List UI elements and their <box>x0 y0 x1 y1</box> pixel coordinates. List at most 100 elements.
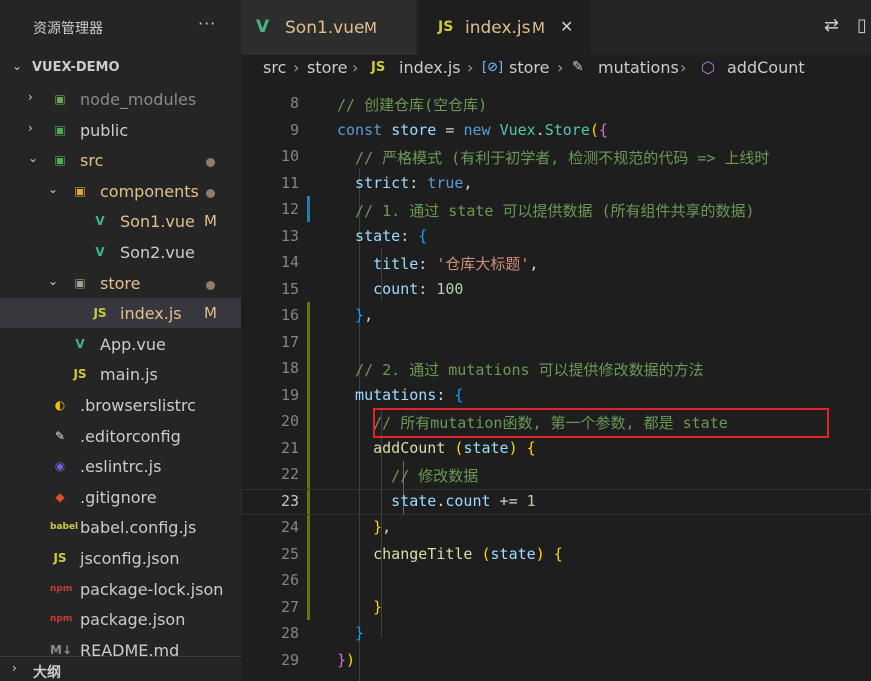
code-line[interactable]: 22 // 修改数据 <box>241 462 871 488</box>
line-number: 17 <box>280 332 299 351</box>
modified-badge: M <box>204 304 217 323</box>
tab-son1-vue[interactable]: V Son1.vue M <box>241 0 416 55</box>
chevron-right-icon: › <box>28 90 33 104</box>
code-line[interactable]: 21 addCount (state) { <box>241 436 871 462</box>
breadcrumb-separator-icon: › <box>557 58 564 77</box>
code-line[interactable]: 8 // 创建仓库(空仓库) <box>241 91 871 117</box>
tree-item-label: src <box>80 151 104 171</box>
code-text: mutations: { <box>337 385 464 404</box>
file-type-icon: JS <box>93 306 107 321</box>
line-number: 15 <box>280 279 299 298</box>
code-text: state: { <box>337 226 428 245</box>
code-line[interactable]: 12 // 1. 通过 state 可以提供数据 (所有组件共享的数据) <box>241 197 871 223</box>
code-line[interactable]: 17 <box>241 330 871 356</box>
chevron-down-icon: ⌄ <box>48 273 59 288</box>
more-actions-icon[interactable]: ··· <box>198 14 216 33</box>
tree-item[interactable]: ⌄ ▣ src <box>0 145 241 175</box>
js-file-icon: JS <box>371 60 386 75</box>
code-line[interactable]: 11 strict: true, <box>241 171 871 197</box>
breadcrumb-mutations[interactable]: mutations <box>598 58 679 77</box>
code-line[interactable]: 14 title: '仓库大标题', <box>241 250 871 276</box>
code-line[interactable]: 10 // 严格模式 (有利于初学者, 检测不规范的代码 => 上线时 <box>241 144 871 170</box>
wrench-icon: ✎ <box>572 59 584 75</box>
breadcrumb-separator-icon: › <box>352 58 359 77</box>
code-line[interactable]: 26 <box>241 568 871 594</box>
line-number: 23 <box>280 491 299 510</box>
tab-label: index.js <box>465 18 531 38</box>
tree-item[interactable]: JS index.js M <box>0 298 241 329</box>
annotation-highlight-box <box>373 408 829 438</box>
sidebar-title: 资源管理器 <box>33 21 103 37</box>
code-line[interactable]: 24 }, <box>241 515 871 541</box>
js-file-icon: JS <box>438 19 454 35</box>
code-line[interactable]: 28 } <box>241 621 871 647</box>
code-text: // 创建仓库(空仓库) <box>337 96 488 114</box>
code-line[interactable]: 18 // 2. 通过 mutations 可以提供修改数据的方法 <box>241 356 871 382</box>
code-text: } <box>337 624 365 642</box>
breadcrumb-store-variable[interactable]: store <box>509 58 549 77</box>
tab-modified-badge: M <box>364 19 377 37</box>
breadcrumb-addcount[interactable]: addCount <box>727 58 805 77</box>
code-text: strict: true, <box>337 173 473 192</box>
tree-item[interactable]: V Son2.vue <box>0 237 241 267</box>
tree-item[interactable]: ◐ .browserslistrc <box>0 390 241 420</box>
explorer-sidebar: 资源管理器 ··· ⌄ VUEX-DEMO › ▣ node_modules › ▣ pu… <box>0 0 241 681</box>
code-editor[interactable]: 8 // 创建仓库(空仓库) 9 const store = new Vuex.Sto… <box>241 83 871 681</box>
tree-item[interactable]: ⌄ ▣ store <box>0 268 241 298</box>
breadcrumb-separator-icon: › <box>293 58 300 77</box>
code-line[interactable]: 13 state: { <box>241 224 871 250</box>
tab-index-js[interactable]: JS index.js M ✕ <box>419 0 591 55</box>
tree-item[interactable]: ◉ .eslintrc.js <box>0 451 241 481</box>
tree-item[interactable]: ⌄ ▣ components <box>0 176 241 206</box>
tree-item[interactable]: JS main.js <box>0 359 241 389</box>
line-number: 26 <box>280 571 299 589</box>
tree-item-label: package-lock.json <box>80 579 224 599</box>
chevron-down-icon: ⌄ <box>48 181 59 196</box>
breadcrumb-index-js[interactable]: index.js <box>399 58 461 77</box>
line-number: 16 <box>280 306 299 324</box>
sidebar-header: 资源管理器 ··· <box>0 0 241 55</box>
file-type-icon: V <box>95 245 105 259</box>
code-line[interactable]: 16 }, <box>241 303 871 329</box>
file-type-icon: V <box>95 214 105 229</box>
tree-item-label: .editorconfig <box>80 426 181 446</box>
tree-item[interactable]: V Son1.vue M <box>0 206 241 236</box>
tree-item-label: Son2.vue <box>120 243 195 262</box>
breadcrumb-src[interactable]: src <box>263 58 286 77</box>
file-type-icon: ▣ <box>54 153 66 168</box>
line-number: 18 <box>280 359 299 377</box>
split-editor-icon[interactable]: ▯ <box>857 15 867 36</box>
tree-item[interactable]: babel babel.config.js <box>0 512 241 542</box>
code-line[interactable]: 9 const store = new Vuex.Store({ <box>241 118 871 144</box>
tree-item[interactable]: V App.vue <box>0 329 241 359</box>
chevron-down-icon: ⌄ <box>28 151 39 166</box>
tree-item[interactable]: ✎ .editorconfig <box>0 421 241 451</box>
breadcrumb-separator-icon: › <box>467 58 474 77</box>
code-line[interactable]: 15 count: 100 <box>241 277 871 303</box>
file-type-icon: npm <box>50 614 73 625</box>
code-line[interactable]: 29}) <box>241 648 871 674</box>
line-number: 13 <box>280 226 299 245</box>
tree-item[interactable]: › ▣ node_modules <box>0 84 241 114</box>
tree-item[interactable]: npm package-lock.json <box>0 574 241 604</box>
compare-changes-icon[interactable]: ⇄ <box>824 15 839 36</box>
line-number: 14 <box>280 253 299 271</box>
tree-item-label: node_modules <box>80 90 197 109</box>
code-line[interactable]: 25 changeTitle (state) { <box>241 542 871 568</box>
line-number: 29 <box>280 650 299 669</box>
code-line[interactable]: 27 } <box>241 595 871 621</box>
outline-section-header[interactable]: › 大纲 <box>0 656 241 681</box>
code-line[interactable]: 23 state.count += 1 <box>241 488 871 515</box>
tree-item[interactable]: › ▣ public <box>0 115 241 145</box>
tree-item[interactable]: ◆ .gitignore <box>0 482 241 512</box>
file-type-icon: npm <box>50 583 73 594</box>
code-line[interactable]: 19 mutations: { <box>241 383 871 409</box>
breadcrumb-store-folder[interactable]: store <box>307 58 347 77</box>
project-folder-row[interactable]: ⌄ VUEX-DEMO <box>0 56 241 80</box>
file-type-icon: ▣ <box>54 122 66 137</box>
tree-item[interactable]: JS jsconfig.json <box>0 543 241 573</box>
close-icon[interactable]: ✕ <box>560 17 573 36</box>
outline-label: 大纲 <box>33 665 61 681</box>
tree-item[interactable]: npm package.json <box>0 604 241 634</box>
tree-item-label: index.js <box>120 304 182 324</box>
